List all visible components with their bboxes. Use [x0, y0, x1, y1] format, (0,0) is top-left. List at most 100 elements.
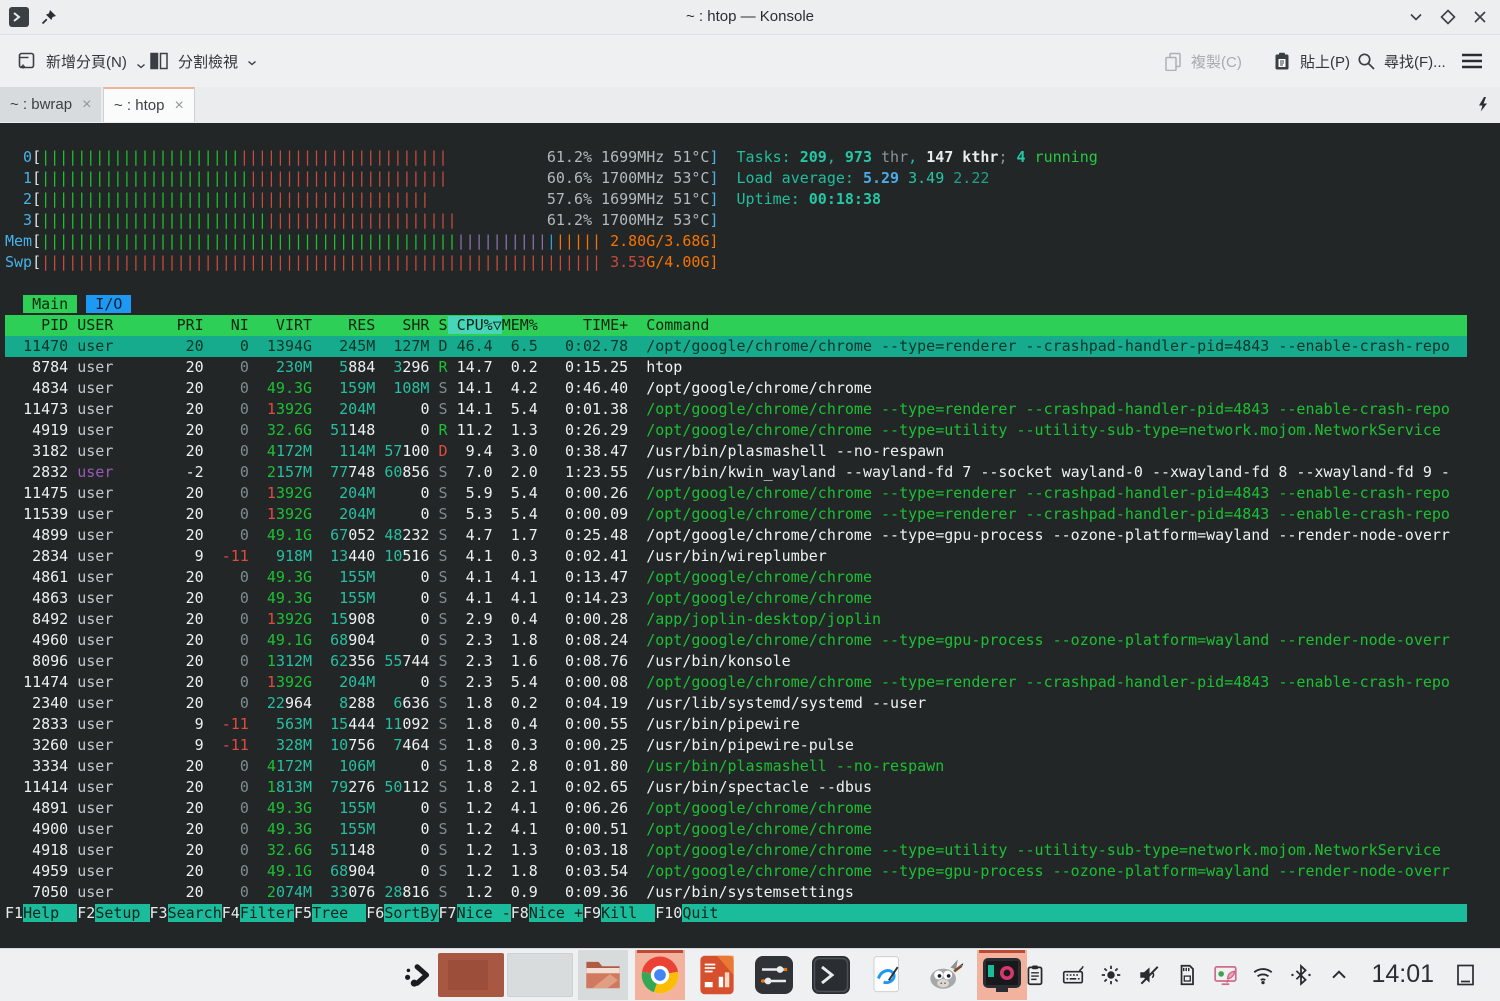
process-row-7050[interactable]: 7050 user 20 0 2074M 33076 28816 S 1.2 0…	[5, 882, 1467, 903]
process-row-4900[interactable]: 4900 user 20 0 49.3G 155M 0 S 1.2 4.1 0:…	[5, 819, 1467, 840]
fkey-F10[interactable]: F10	[655, 904, 682, 922]
htop-table-header[interactable]: PID USER PRI NI VIRT RES SHR S CPU%▽MEM%…	[5, 315, 1467, 336]
konsole-icon	[810, 954, 852, 996]
process-row-2833[interactable]: 2833 user 9 -11 563M 15444 11092 S 1.8 0…	[5, 714, 1467, 735]
process-row-4919[interactable]: 4919 user 20 0 32.6G 51148 0 R 11.2 1.3 …	[5, 420, 1467, 441]
toolbar: 新增分頁(N) 分割檢視 複製(C) 貼上(P) 尋找(F)...	[0, 35, 1500, 87]
chrome-icon	[638, 953, 682, 997]
kde-launcher-icon[interactable]	[402, 961, 430, 989]
htop-tab-main[interactable]: Main	[23, 295, 77, 313]
split-view-button[interactable]: 分割檢視	[148, 45, 258, 77]
tab-htop[interactable]: ~ : htop×	[103, 87, 195, 122]
new-tab-label: 新增分頁(N)	[46, 51, 127, 72]
virtual-desktop-1[interactable]	[438, 953, 504, 997]
clock[interactable]: 14:01	[1371, 960, 1434, 989]
process-row-8784[interactable]: 8784 user 20 0 230M 5884 3296 R 14.7 0.2…	[5, 357, 1467, 378]
function-key-bar: F1Help F2Setup F3SearchF4FilterF5Tree F6…	[5, 903, 1467, 924]
running-indicator	[637, 950, 683, 953]
keyboard-icon[interactable]	[1061, 963, 1085, 987]
task-spectacle-icon[interactable]	[977, 950, 1027, 1000]
process-row-2832[interactable]: 2832 user -2 0 2157M 77748 60856 S 7.0 2…	[5, 462, 1467, 483]
process-row-8492[interactable]: 8492 user 20 0 1392G 15908 0 S 2.9 0.4 0…	[5, 609, 1467, 630]
process-row-11470[interactable]: 11470 user 20 0 1394G 245M 127M D 46.4 6…	[5, 336, 1467, 357]
fkey-F3[interactable]: F3	[150, 904, 168, 922]
new-tab-button[interactable]: 新增分頁(N)	[16, 45, 147, 77]
running-indicator	[979, 950, 1025, 953]
htop-tab-io[interactable]: I/O	[86, 295, 131, 313]
paste-button[interactable]: 貼上(P)	[1272, 45, 1350, 77]
chevron-up-icon[interactable]	[1327, 963, 1351, 987]
process-row-11474[interactable]: 11474 user 20 0 1392G 204M 0 S 2.3 5.4 0…	[5, 672, 1467, 693]
process-row-3260[interactable]: 3260 user 9 -11 328M 10756 7464 S 1.8 0.…	[5, 735, 1467, 756]
wifi-icon[interactable]	[1251, 963, 1275, 987]
process-row-4863[interactable]: 4863 user 20 0 49.3G 155M 0 S 4.1 4.1 0:…	[5, 588, 1467, 609]
fkey-F5[interactable]: F5	[294, 904, 312, 922]
task-settings-icon[interactable]	[749, 950, 799, 1000]
process-row-11414[interactable]: 11414 user 20 0 1813M 79276 50112 S 1.8 …	[5, 777, 1467, 798]
hamburger-menu-icon[interactable]	[1460, 45, 1484, 77]
process-row-4834[interactable]: 4834 user 20 0 49.3G 159M 108M S 14.1 4.…	[5, 378, 1467, 399]
minimize-button[interactable]	[1406, 7, 1426, 27]
blank-line	[5, 273, 1467, 294]
fkey-F9[interactable]: F9	[583, 904, 601, 922]
task-chrome-icon[interactable]	[635, 950, 685, 1000]
lightning-icon[interactable]	[1474, 95, 1492, 113]
close-tab-icon[interactable]: ×	[174, 97, 183, 115]
sdcard-icon[interactable]	[1175, 963, 1199, 987]
bluetooth-icon[interactable]	[1289, 963, 1313, 987]
task-folder-icon[interactable]	[578, 950, 628, 1000]
terminal[interactable]: 0[||||||||||||||||||||||||||||||||||||||…	[0, 123, 1500, 948]
process-row-2834[interactable]: 2834 user 9 -11 918M 13440 10516 S 4.1 0…	[5, 546, 1467, 567]
fkey-action-Setup[interactable]: Setup	[95, 904, 149, 922]
clipboard-icon[interactable]	[1023, 963, 1047, 987]
meter-3: 3[||||||||||||||||||||||||||||||||||||||…	[5, 210, 1467, 231]
task-konsole-icon[interactable]	[806, 950, 856, 1000]
task-gimp-icon[interactable]	[920, 950, 970, 1000]
fkey-action-Quit[interactable]: Quit	[682, 904, 1467, 922]
fkey-F4[interactable]: F4	[222, 904, 240, 922]
chevron-down-icon	[246, 57, 258, 69]
fkey-F1[interactable]: F1	[5, 904, 23, 922]
copy-button[interactable]: 複製(C)	[1163, 45, 1242, 77]
fkey-action-SortBy[interactable]: SortBy	[384, 904, 438, 922]
fkey-action-Kill[interactable]: Kill	[601, 904, 655, 922]
process-row-11473[interactable]: 11473 user 20 0 1392G 204M 0 S 14.1 5.4 …	[5, 399, 1467, 420]
show-desktop-button[interactable]	[1454, 963, 1478, 987]
process-row-11475[interactable]: 11475 user 20 0 1392G 204M 0 S 5.9 5.4 0…	[5, 483, 1467, 504]
process-row-3334[interactable]: 3334 user 20 0 4172M 106M 0 S 1.8 2.8 0:…	[5, 756, 1467, 777]
fkey-action-Tree[interactable]: Tree	[312, 904, 366, 922]
virtual-desktop-2[interactable]	[507, 953, 573, 997]
fkey-action-Help[interactable]: Help	[23, 904, 77, 922]
maximize-button[interactable]	[1438, 7, 1458, 27]
process-row-4960[interactable]: 4960 user 20 0 49.1G 68904 0 S 2.3 1.8 0…	[5, 630, 1467, 651]
process-row-8096[interactable]: 8096 user 20 0 1312M 62356 55744 S 2.3 1…	[5, 651, 1467, 672]
volume-muted-icon[interactable]	[1137, 963, 1161, 987]
brightness-icon[interactable]	[1099, 963, 1123, 987]
process-row-4891[interactable]: 4891 user 20 0 49.3G 155M 0 S 1.2 4.1 0:…	[5, 798, 1467, 819]
fkey-action-Nice--[interactable]: Nice -	[457, 904, 511, 922]
process-row-2340[interactable]: 2340 user 20 0 22964 8288 6636 S 1.8 0.2…	[5, 693, 1467, 714]
fkey-F2[interactable]: F2	[77, 904, 95, 922]
tab-bwrap[interactable]: ~ : bwrap×	[0, 87, 101, 122]
process-row-4861[interactable]: 4861 user 20 0 49.3G 155M 0 S 4.1 4.1 0:…	[5, 567, 1467, 588]
process-row-11539[interactable]: 11539 user 20 0 1392G 204M 0 S 5.3 5.4 0…	[5, 504, 1467, 525]
process-row-4918[interactable]: 4918 user 20 0 32.6G 51148 0 S 1.2 1.3 0…	[5, 840, 1467, 861]
fkey-F8[interactable]: F8	[511, 904, 529, 922]
process-row-4899[interactable]: 4899 user 20 0 49.1G 67052 48232 S 4.7 1…	[5, 525, 1467, 546]
close-tab-icon[interactable]: ×	[82, 96, 91, 114]
process-row-3182[interactable]: 3182 user 20 0 4172M 114M 57100 D 9.4 3.…	[5, 441, 1467, 462]
task-kate-icon[interactable]	[863, 950, 913, 1000]
fkey-action-Nice-+[interactable]: Nice +	[529, 904, 583, 922]
find-button[interactable]: 尋找(F)...	[1356, 45, 1446, 77]
fkey-F6[interactable]: F6	[366, 904, 384, 922]
fkey-action-Filter[interactable]: Filter	[240, 904, 294, 922]
task-impress-icon[interactable]	[692, 950, 742, 1000]
process-row-4959[interactable]: 4959 user 20 0 49.1G 68904 0 S 1.2 1.8 0…	[5, 861, 1467, 882]
folder-icon	[582, 954, 624, 996]
impress-icon	[696, 954, 738, 996]
cast-icon[interactable]	[1213, 963, 1237, 987]
fkey-action-Search[interactable]: Search	[168, 904, 222, 922]
spectacle-icon	[981, 954, 1023, 996]
close-button[interactable]	[1470, 7, 1490, 27]
fkey-F7[interactable]: F7	[439, 904, 457, 922]
